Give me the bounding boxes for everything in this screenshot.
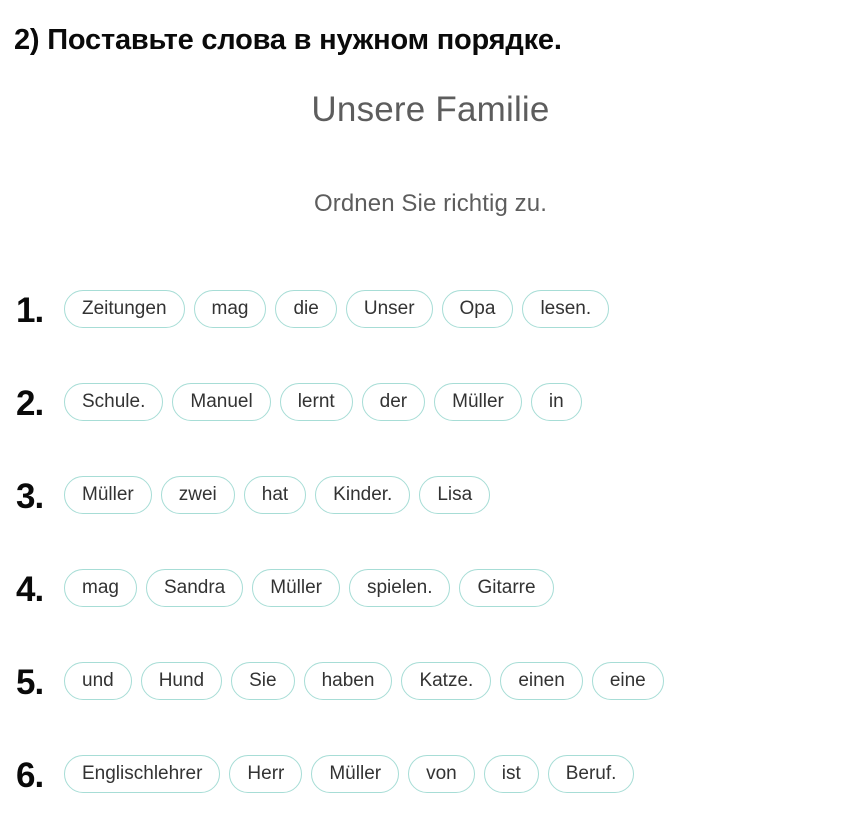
word-chip[interactable]: die xyxy=(275,289,337,328)
worksheet-subtitle: Ordnen Sie richtig zu. xyxy=(314,190,547,217)
exercise-number: 3. xyxy=(16,477,44,516)
word-chip[interactable]: haben xyxy=(303,661,393,700)
word-chip[interactable]: hat xyxy=(243,475,307,514)
word-chip[interactable]: in xyxy=(530,382,582,421)
word-chip[interactable]: lernt xyxy=(279,382,353,421)
word-chip[interactable]: Katze. xyxy=(401,661,492,700)
word-chip[interactable]: zwei xyxy=(160,475,235,514)
word-chip[interactable]: einen xyxy=(500,661,583,700)
word-chip-group: Schule. Manuel lernt der Müller in xyxy=(64,382,861,421)
exercise-list: 1. Zeitungen mag die Unser Opa lesen. 2. Schule.… xyxy=(0,262,861,820)
word-chip[interactable]: Zeitungen xyxy=(64,289,185,328)
word-chip[interactable]: Müller xyxy=(64,475,152,514)
word-chip-group: Müller zwei hat Kinder. Lisa xyxy=(64,475,861,514)
word-chip-group: Zeitungen mag die Unser Opa lesen. xyxy=(64,289,861,328)
word-chip[interactable]: der xyxy=(361,382,426,421)
word-chip-group: Englischlehrer Herr Müller von ist Beruf. xyxy=(64,754,861,793)
word-chip[interactable]: Beruf. xyxy=(547,754,635,793)
word-chip[interactable]: Hund xyxy=(140,661,223,700)
word-chip[interactable]: und xyxy=(64,661,132,700)
word-chip[interactable]: lesen. xyxy=(522,289,610,328)
word-chip[interactable]: Kinder. xyxy=(315,475,411,514)
word-chip[interactable]: mag xyxy=(193,289,267,328)
word-chip[interactable]: eine xyxy=(591,661,664,700)
worksheet-page: 2) Поставьте слова в нужном порядке. Uns… xyxy=(0,0,861,814)
exercise-number: 5. xyxy=(16,663,44,702)
word-chip[interactable]: ist xyxy=(483,754,539,793)
word-chip[interactable]: Opa xyxy=(441,289,514,328)
word-chip[interactable]: Sandra xyxy=(145,568,244,607)
word-chip-group: mag Sandra Müller spielen. Gitarre xyxy=(64,568,861,607)
word-chip-group: und Hund Sie haben Katze. einen eine xyxy=(64,661,861,700)
exercise-row: 5. und Hund Sie haben Katze. einen eine xyxy=(0,634,861,727)
word-chip[interactable]: Herr xyxy=(229,754,303,793)
exercise-row: 2. Schule. Manuel lernt der Müller in xyxy=(0,355,861,448)
exercise-number: 2. xyxy=(16,384,44,423)
word-chip[interactable]: Müller xyxy=(252,568,340,607)
word-chip[interactable]: Sie xyxy=(231,661,295,700)
exercise-row: 4. mag Sandra Müller spielen. Gitarre xyxy=(0,541,861,634)
word-chip[interactable]: Lisa xyxy=(419,475,491,514)
exercise-number: 4. xyxy=(16,570,44,609)
word-chip[interactable]: Gitarre xyxy=(459,568,554,607)
word-chip[interactable]: Manuel xyxy=(172,382,271,421)
task-instruction: 2) Поставьте слова в нужном порядке. xyxy=(14,24,562,56)
exercise-number: 6. xyxy=(16,756,44,795)
exercise-row: 6. Englischlehrer Herr Müller von ist Beruf. xyxy=(0,727,861,820)
worksheet-title: Unsere Familie xyxy=(311,90,550,129)
word-chip[interactable]: von xyxy=(408,754,475,793)
word-chip[interactable]: Müller xyxy=(311,754,400,793)
exercise-row: 1. Zeitungen mag die Unser Opa lesen. xyxy=(0,262,861,355)
word-chip[interactable]: spielen. xyxy=(348,568,451,607)
word-chip[interactable]: Müller xyxy=(434,382,522,421)
word-chip[interactable]: Unser xyxy=(345,289,433,328)
word-chip[interactable]: mag xyxy=(64,568,137,607)
word-chip[interactable]: Schule. xyxy=(64,382,164,421)
word-chip[interactable]: Englischlehrer xyxy=(64,754,221,793)
exercise-row: 3. Müller zwei hat Kinder. Lisa xyxy=(0,448,861,541)
exercise-number: 1. xyxy=(16,291,44,330)
